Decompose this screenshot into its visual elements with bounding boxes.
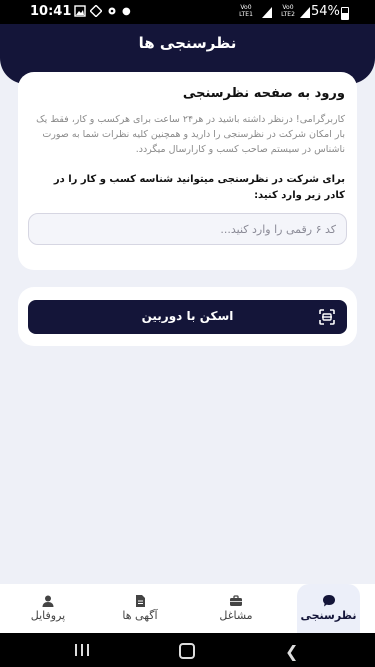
scan-button-label: اسکن با دوربین <box>141 309 234 323</box>
document-icon <box>136 595 145 607</box>
image-icon <box>74 4 86 17</box>
recent-apps-icon[interactable] <box>74 644 90 656</box>
notification-icons: ● <box>74 3 135 18</box>
card-description: کاربرگرامی! درنظر داشته باشید در هر۲۴ سا… <box>36 114 345 155</box>
sim2-network: Vo0 LTE2 <box>281 4 295 18</box>
nav-label-businesses: مشاغل <box>219 609 253 622</box>
survey-login-card: ورود به صفحه نظرسنجی کاربرگرامی! درنظر د… <box>18 72 357 270</box>
briefcase-icon <box>230 595 242 606</box>
card-title: ورود به صفحه نظرسنجی <box>182 86 345 101</box>
status-time: 10:41 <box>30 4 72 19</box>
sim2-signal-icon <box>300 7 310 18</box>
nav-item-ads[interactable]: آگهی ها <box>108 584 172 633</box>
dot-icon: ● <box>122 6 135 17</box>
user-icon <box>42 595 54 607</box>
status-bar: 10:41 ● Vo0 LTE1 Vo0 LTE2 54% <box>0 0 375 24</box>
scan-card: اسکن با دوربین <box>18 287 357 346</box>
home-icon[interactable] <box>179 643 195 659</box>
nav-label-ads: آگهی ها <box>122 609 158 622</box>
nav-item-survey[interactable]: نظرسنجی <box>297 584 360 633</box>
nav-item-businesses[interactable]: مشاغل <box>204 584 268 633</box>
nav-label-profile: پروفایل <box>30 609 66 622</box>
nav-item-profile[interactable]: پروفایل <box>16 584 80 633</box>
business-code-input[interactable] <box>28 213 347 245</box>
sim1-network: Vo0 LTE1 <box>239 4 253 18</box>
card-instruction: برای شرکت در نظرسنجی میتوانید شناسه کسب … <box>53 174 345 201</box>
qr-scan-icon <box>319 309 335 325</box>
sim1-signal-icon <box>262 7 272 18</box>
battery-icon <box>341 7 349 20</box>
chat-bubble-icon <box>322 595 335 607</box>
scan-camera-button[interactable]: اسکن با دوربین <box>28 300 347 334</box>
gear-icon <box>108 7 116 14</box>
system-nav-bar: ❮ <box>0 633 375 667</box>
page-title: نظرسنجی ها <box>138 34 237 52</box>
vpn-icon <box>89 3 103 18</box>
nav-label-survey: نظرسنجی <box>300 609 357 622</box>
bottom-nav: نظرسنجی مشاغل آگهی ها پروفایل <box>0 584 375 633</box>
back-icon[interactable]: ❮ <box>285 642 298 661</box>
battery-percent: 54% <box>311 4 340 19</box>
